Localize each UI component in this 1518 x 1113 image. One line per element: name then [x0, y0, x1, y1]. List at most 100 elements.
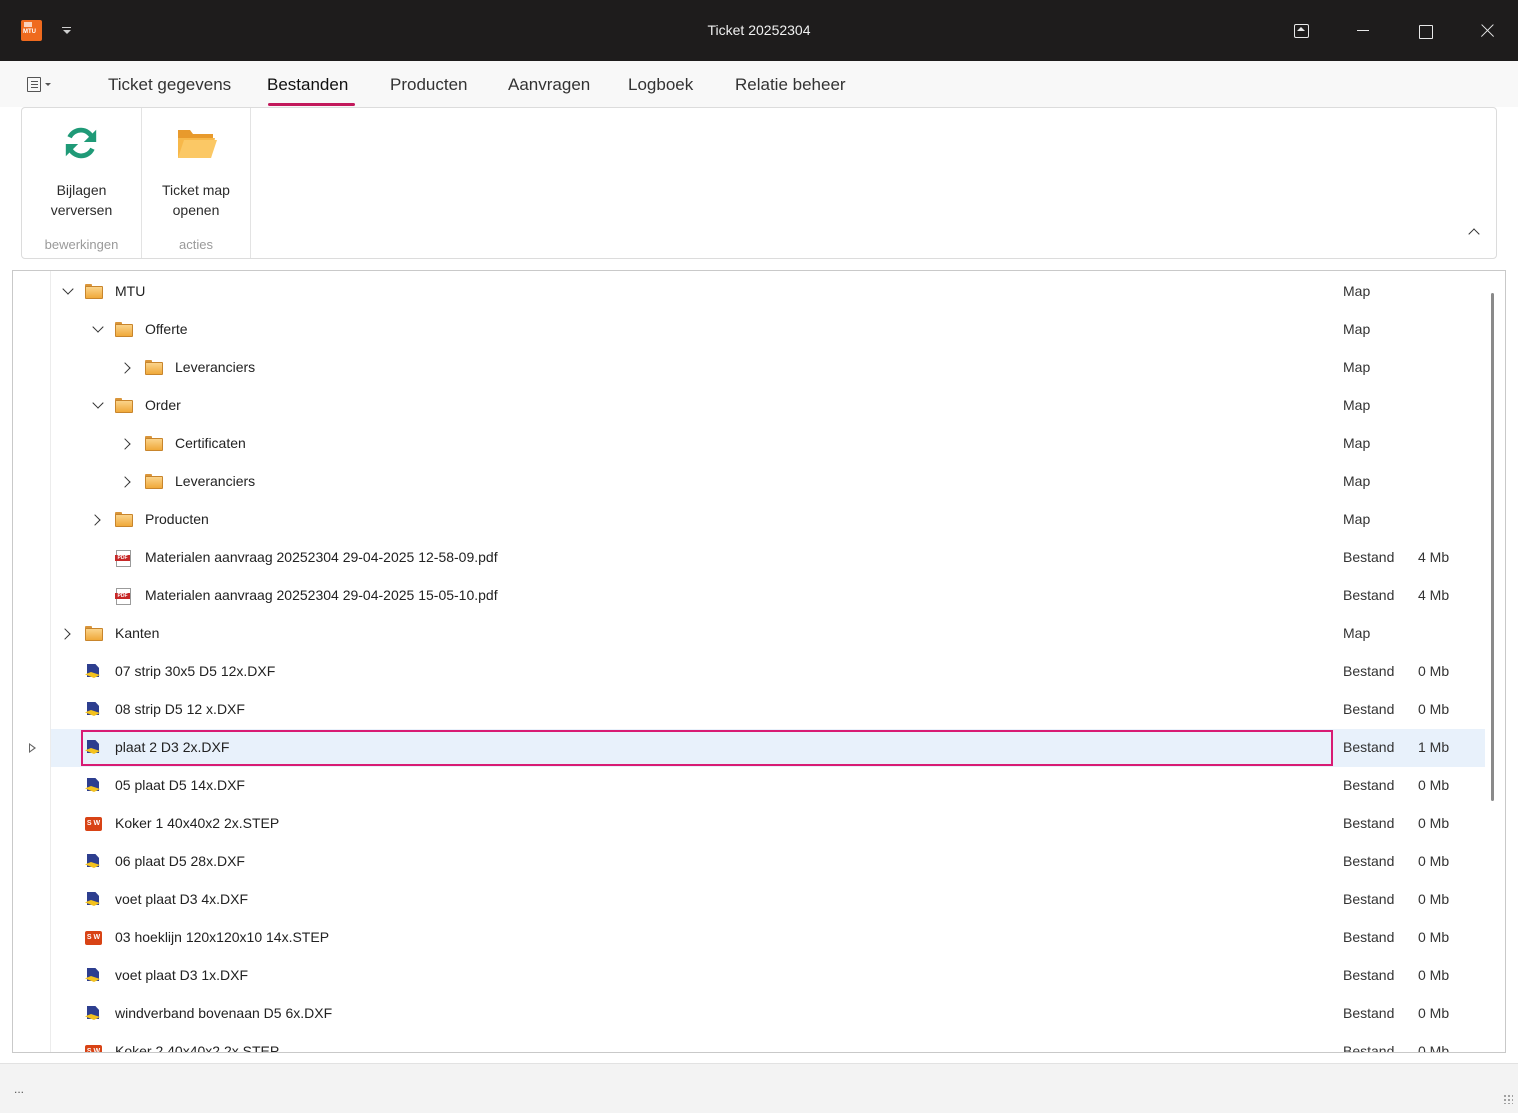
tree-row[interactable]: 03 hoeklijn 120x120x10 14x.STEP Bestand 0 … [51, 919, 1485, 957]
refresh-attachments-button[interactable]: Bijlagen verversen [22, 108, 141, 228]
tree-row[interactable]: Materialen aanvraag 20252304 29-04-2025 … [51, 539, 1485, 577]
chevron-right-icon[interactable] [93, 515, 102, 524]
file-type: Map [1343, 283, 1371, 299]
tree-row[interactable]: Producten Map [51, 501, 1485, 539]
name-cell[interactable]: Leveranciers [51, 463, 1341, 501]
tab-logboek[interactable]: Logboek [628, 75, 693, 95]
name-cell[interactable]: Leveranciers [51, 349, 1341, 387]
folder-icon [115, 512, 133, 528]
file-type: Map [1343, 359, 1371, 375]
name-cell[interactable]: Order [51, 387, 1341, 425]
tree-row[interactable]: 05 plaat D5 14x.DXF Bestand 0 Mb [51, 767, 1485, 805]
tree-row[interactable]: plaat 2 D3 2x.DXF Bestand 1 Mb [51, 729, 1485, 767]
name-cell[interactable]: Materialen aanvraag 20252304 29-04-2025 … [51, 539, 1341, 577]
tree-row[interactable]: MTU Map [51, 273, 1485, 311]
tab-bestanden[interactable]: Bestanden [267, 75, 348, 95]
tree-row[interactable]: 08 strip D5 12 x.DXF Bestand 0 Mb [51, 691, 1485, 729]
backstage-menu-button[interactable] [25, 76, 55, 94]
focused-cell-border [81, 730, 1333, 766]
ribbon-group-acties: Ticket map openen acties [142, 108, 251, 258]
file-name: 08 strip D5 12 x.DXF [115, 701, 245, 717]
tree-row[interactable]: Materialen aanvraag 20252304 29-04-2025 … [51, 577, 1485, 615]
collapse-ribbon-icon[interactable] [1466, 226, 1482, 240]
name-cell[interactable]: plaat 2 D3 2x.DXF [51, 729, 1341, 767]
tree-row[interactable]: Certificaten Map [51, 425, 1485, 463]
chevron-down-icon[interactable] [93, 325, 102, 334]
chevron-down-icon[interactable] [93, 401, 102, 410]
tab-ticket-gegevens[interactable]: Ticket gegevens [108, 75, 231, 95]
name-cell[interactable]: 08 strip D5 12 x.DXF [51, 691, 1341, 729]
tree-row[interactable]: 06 plaat D5 28x.DXF Bestand 0 Mb [51, 843, 1485, 881]
file-size: 0 Mb [1418, 1043, 1450, 1053]
file-name: Materialen aanvraag 20252304 29-04-2025 … [145, 587, 498, 603]
row-indicator-column [13, 271, 51, 1052]
vertical-scrollbar[interactable] [1491, 293, 1494, 801]
chevron-right-icon[interactable] [63, 629, 72, 638]
refresh-icon [65, 127, 97, 159]
tab-aanvragen[interactable]: Aanvragen [508, 75, 590, 95]
tab-relatie-beheer[interactable]: Relatie beheer [735, 75, 846, 95]
tree-row[interactable]: Koker 2 40x40x2 2x.STEP Bestand 0 Mb [51, 1033, 1485, 1053]
name-cell[interactable]: windverband bovenaan D5 6x.DXF [51, 995, 1341, 1033]
file-size: 0 Mb [1418, 1005, 1450, 1021]
tab-producten[interactable]: Producten [390, 75, 468, 95]
tree-row[interactable]: 07 strip 30x5 D5 12x.DXF Bestand 0 Mb [51, 653, 1485, 691]
restore-popup-icon[interactable] [1284, 14, 1318, 48]
file-type: Map [1343, 625, 1371, 641]
name-cell[interactable]: 05 plaat D5 14x.DXF [51, 767, 1341, 805]
name-cell[interactable]: voet plaat D3 4x.DXF [51, 881, 1341, 919]
chevron-right-icon[interactable] [123, 439, 132, 448]
name-cell[interactable]: 07 strip 30x5 D5 12x.DXF [51, 653, 1341, 691]
tree-row[interactable]: Leveranciers Map [51, 463, 1485, 501]
tree-row[interactable]: Koker 1 40x40x2 2x.STEP Bestand 0 Mb [51, 805, 1485, 843]
file-type: Map [1343, 435, 1371, 451]
folder-icon [115, 398, 133, 414]
tree-row[interactable]: voet plaat D3 1x.DXF Bestand 0 Mb [51, 957, 1485, 995]
resize-grip-icon[interactable] [1503, 1094, 1513, 1104]
name-cell[interactable]: 03 hoeklijn 120x120x10 14x.STEP [51, 919, 1341, 957]
tree-row[interactable]: Offerte Map [51, 311, 1485, 349]
file-tree-grid[interactable]: MTU Map Offerte Map Leveranciers Map Order Map C… [12, 270, 1506, 1053]
name-cell[interactable]: Offerte [51, 311, 1341, 349]
name-cell[interactable]: Koker 2 40x40x2 2x.STEP [51, 1033, 1341, 1052]
name-cell[interactable]: 06 plaat D5 28x.DXF [51, 843, 1341, 881]
ribbon-group-bewerkingen: Bijlagen verversen bewerkingen [22, 108, 142, 258]
file-name: windverband bovenaan D5 6x.DXF [115, 1005, 333, 1021]
chevron-right-icon[interactable] [123, 477, 132, 486]
status-text: ... [14, 1082, 25, 1096]
dxf-icon [85, 778, 102, 794]
minimize-button[interactable] [1346, 14, 1380, 48]
tree-row[interactable]: voet plaat D3 4x.DXF Bestand 0 Mb [51, 881, 1485, 919]
name-cell[interactable]: Koker 1 40x40x2 2x.STEP [51, 805, 1341, 843]
file-size: 0 Mb [1418, 663, 1450, 679]
name-cell[interactable]: Certificaten [51, 425, 1341, 463]
name-cell[interactable]: Kanten [51, 615, 1341, 653]
folder-icon [85, 284, 103, 300]
file-size: 0 Mb [1418, 929, 1450, 945]
file-type: Bestand [1343, 1005, 1395, 1021]
tree-row[interactable]: Order Map [51, 387, 1485, 425]
file-name: Offerte [145, 321, 188, 337]
chevron-down-icon[interactable] [63, 287, 72, 296]
step-icon [85, 930, 102, 946]
file-size: 0 Mb [1418, 891, 1450, 907]
file-type: Bestand [1343, 967, 1395, 983]
file-size: 0 Mb [1418, 777, 1450, 793]
open-ticket-folder-button[interactable]: Ticket map openen [142, 108, 250, 228]
name-cell[interactable]: MTU [51, 273, 1341, 311]
tree-row[interactable]: windverband bovenaan D5 6x.DXF Bestand 0 M… [51, 995, 1485, 1033]
chevron-right-icon[interactable] [123, 363, 132, 372]
name-cell[interactable]: voet plaat D3 1x.DXF [51, 957, 1341, 995]
name-cell[interactable]: Materialen aanvraag 20252304 29-04-2025 … [51, 577, 1341, 615]
file-type: Bestand [1343, 891, 1395, 907]
tree-row[interactable]: Leveranciers Map [51, 349, 1485, 387]
file-type: Bestand [1343, 815, 1395, 831]
file-name: MTU [115, 283, 146, 299]
tree-row[interactable]: Kanten Map [51, 615, 1485, 653]
file-size: 0 Mb [1418, 853, 1450, 869]
open-ticket-folder-label-line1: Ticket map [162, 182, 230, 198]
name-cell[interactable]: Producten [51, 501, 1341, 539]
close-button[interactable] [1470, 14, 1504, 48]
file-type: Bestand [1343, 587, 1395, 603]
maximize-button[interactable] [1408, 14, 1442, 48]
